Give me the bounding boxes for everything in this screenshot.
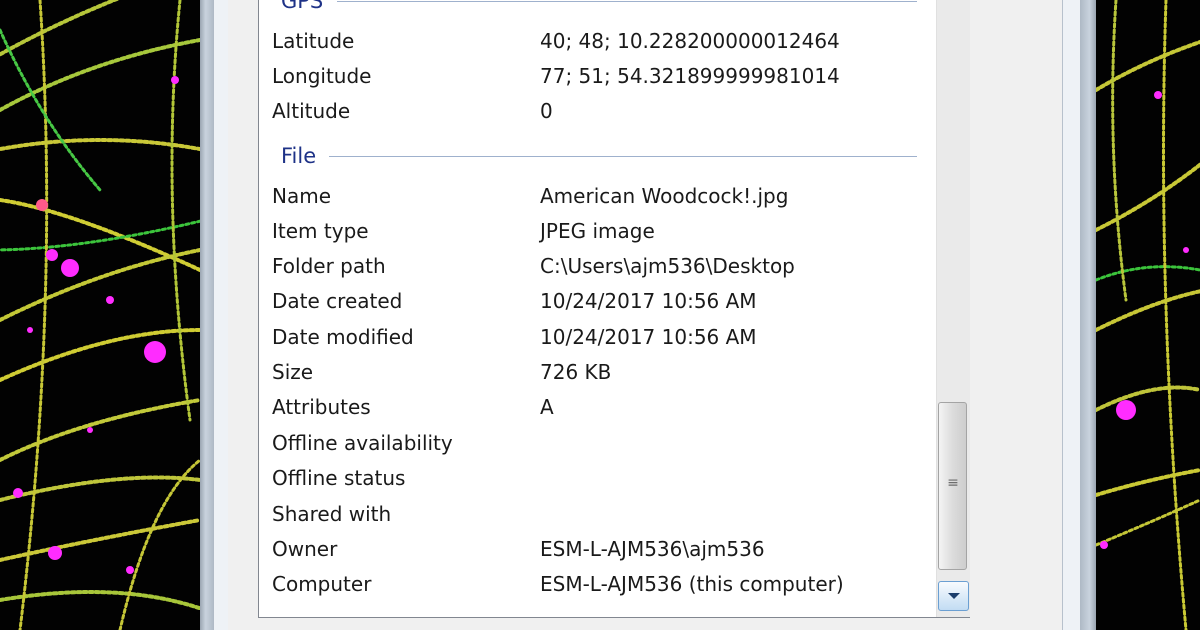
details-property-list[interactable]: GPS Latitude 40; 48; 10.228200000012464 … [258, 0, 970, 618]
property-name: Owner [272, 537, 338, 561]
property-row[interactable]: Offline availability [259, 426, 935, 461]
property-row[interactable]: Size 726 KB [259, 355, 935, 390]
property-value[interactable]: 10/24/2017 10:56 AM [540, 284, 757, 319]
group-divider-file [329, 156, 917, 157]
property-row[interactable]: Item type JPEG image [259, 214, 935, 249]
property-value[interactable]: 0 [540, 94, 553, 129]
property-name: Longitude [272, 64, 372, 88]
property-row[interactable]: Date created 10/24/2017 10:56 AM [259, 284, 935, 319]
property-name: Latitude [272, 29, 355, 53]
property-name: Computer [272, 572, 372, 596]
scrollbar-thumb[interactable]: ≡ [938, 402, 967, 570]
group-header-gps: GPS [281, 0, 324, 13]
property-name: Attributes [272, 395, 371, 419]
property-row[interactable]: Attributes A [259, 390, 935, 425]
property-name: Offline availability [272, 431, 453, 455]
window-border-right [1062, 0, 1081, 630]
property-value[interactable]: A [540, 390, 554, 425]
property-name: Date created [272, 289, 403, 313]
property-row[interactable]: Owner ESM-L-AJM536\ajm536 [259, 532, 935, 567]
vertical-scrollbar[interactable]: ≡ [936, 0, 970, 617]
property-value[interactable]: ESM-L-AJM536\ajm536 [540, 532, 765, 567]
property-row[interactable]: Shared with [259, 497, 935, 532]
group-header-file: File [281, 144, 317, 168]
property-value[interactable]: JPEG image [540, 214, 655, 249]
window-border-left [214, 0, 229, 630]
property-value[interactable]: 40; 48; 10.228200000012464 [540, 24, 840, 59]
property-value[interactable]: ESM-L-AJM536 (this computer) [540, 567, 844, 602]
property-row[interactable]: Date modified 10/24/2017 10:56 AM [259, 320, 935, 355]
background-image-left [0, 0, 200, 630]
property-row[interactable]: Folder path C:\Users\ajm536\Desktop [259, 249, 935, 284]
filament-image-right [1096, 0, 1200, 630]
property-value[interactable]: C:\Users\ajm536\Desktop [540, 249, 795, 284]
property-name: Altitude [272, 99, 351, 123]
property-value[interactable]: 77; 51; 54.321899999981014 [540, 59, 840, 94]
property-row[interactable]: Longitude 77; 51; 54.321899999981014 [259, 59, 935, 94]
property-name: Name [272, 184, 332, 208]
chevron-down-icon [948, 593, 960, 599]
property-name: Folder path [272, 254, 386, 278]
property-value[interactable]: 726 KB [540, 355, 611, 390]
property-row[interactable]: Offline status [259, 461, 935, 496]
property-value[interactable]: American Woodcock!.jpg [540, 179, 788, 214]
property-name: Size [272, 360, 314, 384]
property-row[interactable]: Latitude 40; 48; 10.228200000012464 [259, 24, 935, 59]
window-frame-right [1080, 0, 1096, 630]
filament-image-left [0, 0, 200, 630]
window-frame-left [200, 0, 214, 630]
background-image-right [1096, 0, 1200, 630]
property-name: Item type [272, 219, 369, 243]
property-value[interactable]: 10/24/2017 10:56 AM [540, 320, 757, 355]
property-row[interactable]: Name American Woodcock!.jpg [259, 179, 935, 214]
property-name: Date modified [272, 325, 414, 349]
property-name: Offline status [272, 466, 406, 490]
property-row[interactable]: Altitude 0 [259, 94, 935, 129]
property-row[interactable]: Computer ESM-L-AJM536 (this computer) [259, 567, 935, 602]
group-divider-gps [337, 1, 917, 2]
property-name: Shared with [272, 502, 392, 526]
grip-lines-icon: ≡ [947, 475, 959, 491]
scroll-down-button[interactable] [938, 581, 969, 611]
